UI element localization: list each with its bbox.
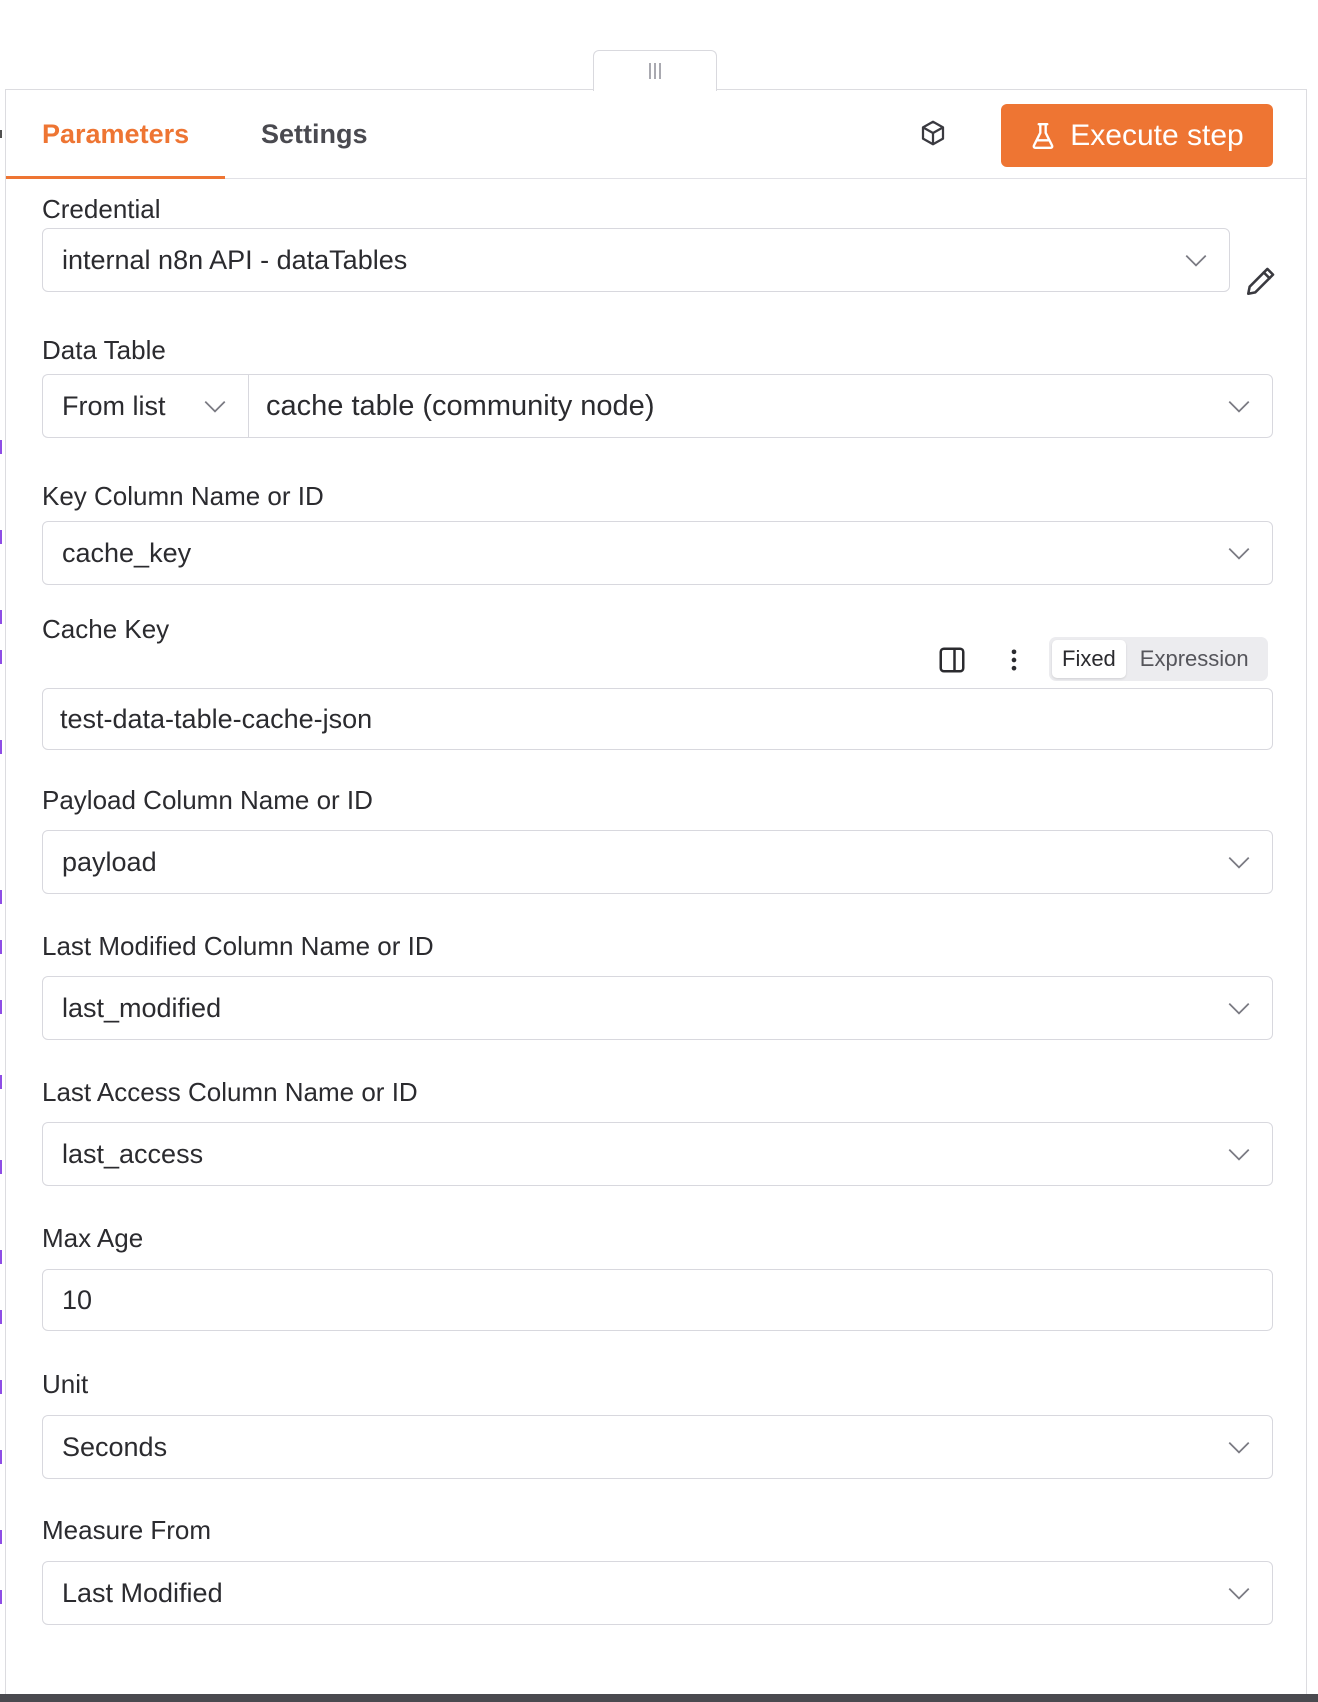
- parameters-panel: Parameters Settings Execute step Credent…: [5, 89, 1307, 1702]
- flask-icon: [1032, 122, 1054, 149]
- max-age-input[interactable]: 10: [42, 1269, 1273, 1331]
- data-table-mode-select[interactable]: From list: [42, 374, 248, 438]
- last-modified-column-value: last_modified: [62, 992, 222, 1023]
- chevron-down-icon: [1228, 857, 1250, 869]
- chevron-down-icon: [1228, 401, 1250, 413]
- credential-value: internal n8n API - dataTables: [62, 244, 408, 275]
- chevron-down-icon: [1228, 1442, 1250, 1454]
- last-access-column-select[interactable]: last_access: [42, 1122, 1273, 1186]
- drag-handle-icon: [649, 63, 661, 79]
- tab-parameters[interactable]: Parameters: [5, 90, 226, 179]
- node-editor: Parameters Settings Execute step Credent…: [0, 0, 1318, 1702]
- execute-step-button[interactable]: Execute step: [1001, 104, 1273, 167]
- max-age-label: Max Age: [42, 1223, 144, 1253]
- tab-bar: Parameters Settings Execute step: [5, 90, 1306, 179]
- fixed-expression-toggle: Fixed Expression: [1049, 637, 1268, 681]
- data-table-label: Data Table: [42, 335, 166, 365]
- pencil-icon[interactable]: [1244, 264, 1278, 298]
- measure-from-value: Last Modified: [62, 1577, 223, 1608]
- key-column-label: Key Column Name or ID: [42, 481, 324, 511]
- payload-column-label: Payload Column Name or ID: [42, 785, 373, 815]
- payload-column-select[interactable]: payload: [42, 830, 1273, 894]
- data-table-select[interactable]: cache table (community node): [248, 374, 1273, 438]
- data-table-value: cache table (community node): [266, 389, 655, 422]
- chevron-down-icon: [1228, 1149, 1250, 1161]
- unit-value: Seconds: [62, 1431, 168, 1462]
- toggle-fixed[interactable]: Fixed: [1052, 640, 1126, 678]
- payload-column-value: payload: [62, 846, 157, 877]
- credential-select[interactable]: internal n8n API - dataTables: [42, 228, 1230, 292]
- chevron-down-icon: [1228, 1588, 1250, 1600]
- cache-key-label: Cache Key: [42, 614, 170, 644]
- data-table-mode-value: From list: [62, 390, 166, 421]
- last-access-column-label: Last Access Column Name or ID: [42, 1077, 418, 1107]
- chevron-down-icon: [204, 401, 226, 413]
- tab-settings[interactable]: Settings: [261, 90, 368, 178]
- last-access-column-value: last_access: [62, 1138, 204, 1169]
- key-column-select[interactable]: cache_key: [42, 521, 1273, 585]
- chevron-down-icon: [1185, 255, 1207, 267]
- bottom-bar: [0, 1694, 1318, 1702]
- last-modified-column-select[interactable]: last_modified: [42, 976, 1273, 1040]
- cache-key-input[interactable]: test-data-table-cache-json: [42, 688, 1273, 750]
- execute-step-label: Execute step: [1070, 118, 1244, 152]
- unit-select[interactable]: Seconds: [42, 1415, 1273, 1479]
- unit-label: Unit: [42, 1369, 89, 1399]
- key-column-value: cache_key: [62, 537, 192, 568]
- measure-from-select[interactable]: Last Modified: [42, 1561, 1273, 1625]
- last-modified-column-label: Last Modified Column Name or ID: [42, 931, 434, 961]
- drag-handle[interactable]: [593, 50, 717, 91]
- toggle-expression[interactable]: Expression: [1130, 640, 1259, 678]
- chevron-down-icon: [1228, 548, 1250, 560]
- cube-icon[interactable]: [918, 118, 948, 148]
- panel-toggle-icon[interactable]: [937, 645, 967, 675]
- credential-label: Credential: [42, 194, 161, 224]
- measure-from-label: Measure From: [42, 1515, 212, 1545]
- chevron-down-icon: [1228, 1003, 1250, 1015]
- kebab-icon[interactable]: [1000, 646, 1028, 674]
